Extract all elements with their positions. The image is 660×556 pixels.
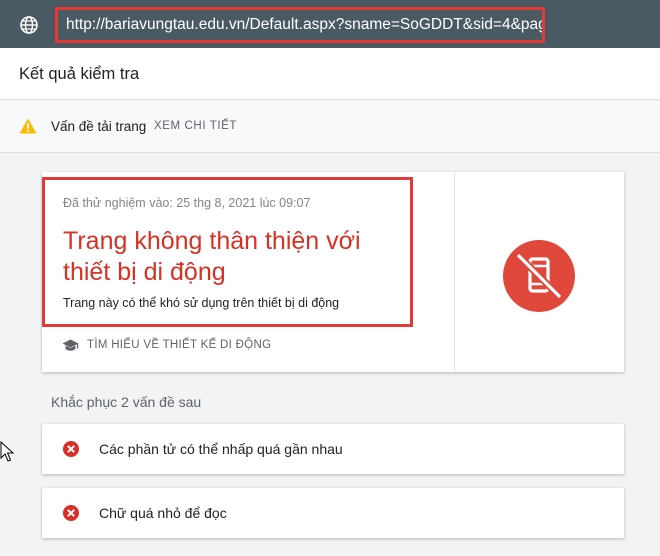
tested-at-text: Đã thử nghiệm vào: 25 thg 8, 2021 lúc 09… — [63, 196, 311, 210]
fix-item-label: Các phần tử có thể nhấp quá gần nhau — [99, 441, 343, 457]
page-loading-issue-bar: Vấn đề tải trang XEM CHI TIẾT — [0, 101, 660, 153]
mouse-cursor-icon — [0, 441, 14, 462]
address-bar: http://bariavungtau.edu.vn/Default.aspx?… — [0, 0, 660, 48]
error-icon — [63, 441, 79, 457]
result-card: Đã thử nghiệm vào: 25 thg 8, 2021 lúc 09… — [42, 172, 624, 372]
result-subtitle: Trang này có thể khó sử dụng trên thiết … — [63, 296, 340, 310]
page-header: Kết quả kiểm tra — [0, 48, 660, 100]
error-icon — [63, 505, 79, 521]
url-input[interactable]: http://bariavungtau.edu.vn/Default.aspx?… — [55, 7, 545, 43]
page-title: Kết quả kiểm tra — [19, 65, 140, 83]
result-highlight-box: Đã thử nghiệm vào: 25 thg 8, 2021 lúc 09… — [42, 177, 413, 327]
card-divider — [454, 172, 455, 372]
issue-text: Vấn đề tải trang — [51, 119, 147, 134]
fix-item-text-too-small[interactable]: Chữ quá nhỏ để đọc — [42, 488, 624, 538]
result-title: Trang không thân thiện với thiết bị di đ… — [63, 227, 361, 286]
learn-more-label: TÌM HIỂU VỀ THIẾT KẾ DI ĐỘNG — [87, 339, 272, 351]
warning-icon — [19, 118, 37, 134]
not-mobile-friendly-icon — [503, 240, 575, 312]
fix-item-label: Chữ quá nhỏ để đọc — [99, 505, 227, 521]
graduation-cap-icon — [62, 339, 79, 351]
fix-item-tap-targets[interactable]: Các phần tử có thể nhấp quá gần nhau — [42, 424, 624, 474]
globe-icon — [20, 16, 38, 34]
fix-issues-title: Khắc phục 2 vấn đề sau — [51, 394, 202, 410]
view-details-link[interactable]: XEM CHI TIẾT — [154, 120, 237, 132]
